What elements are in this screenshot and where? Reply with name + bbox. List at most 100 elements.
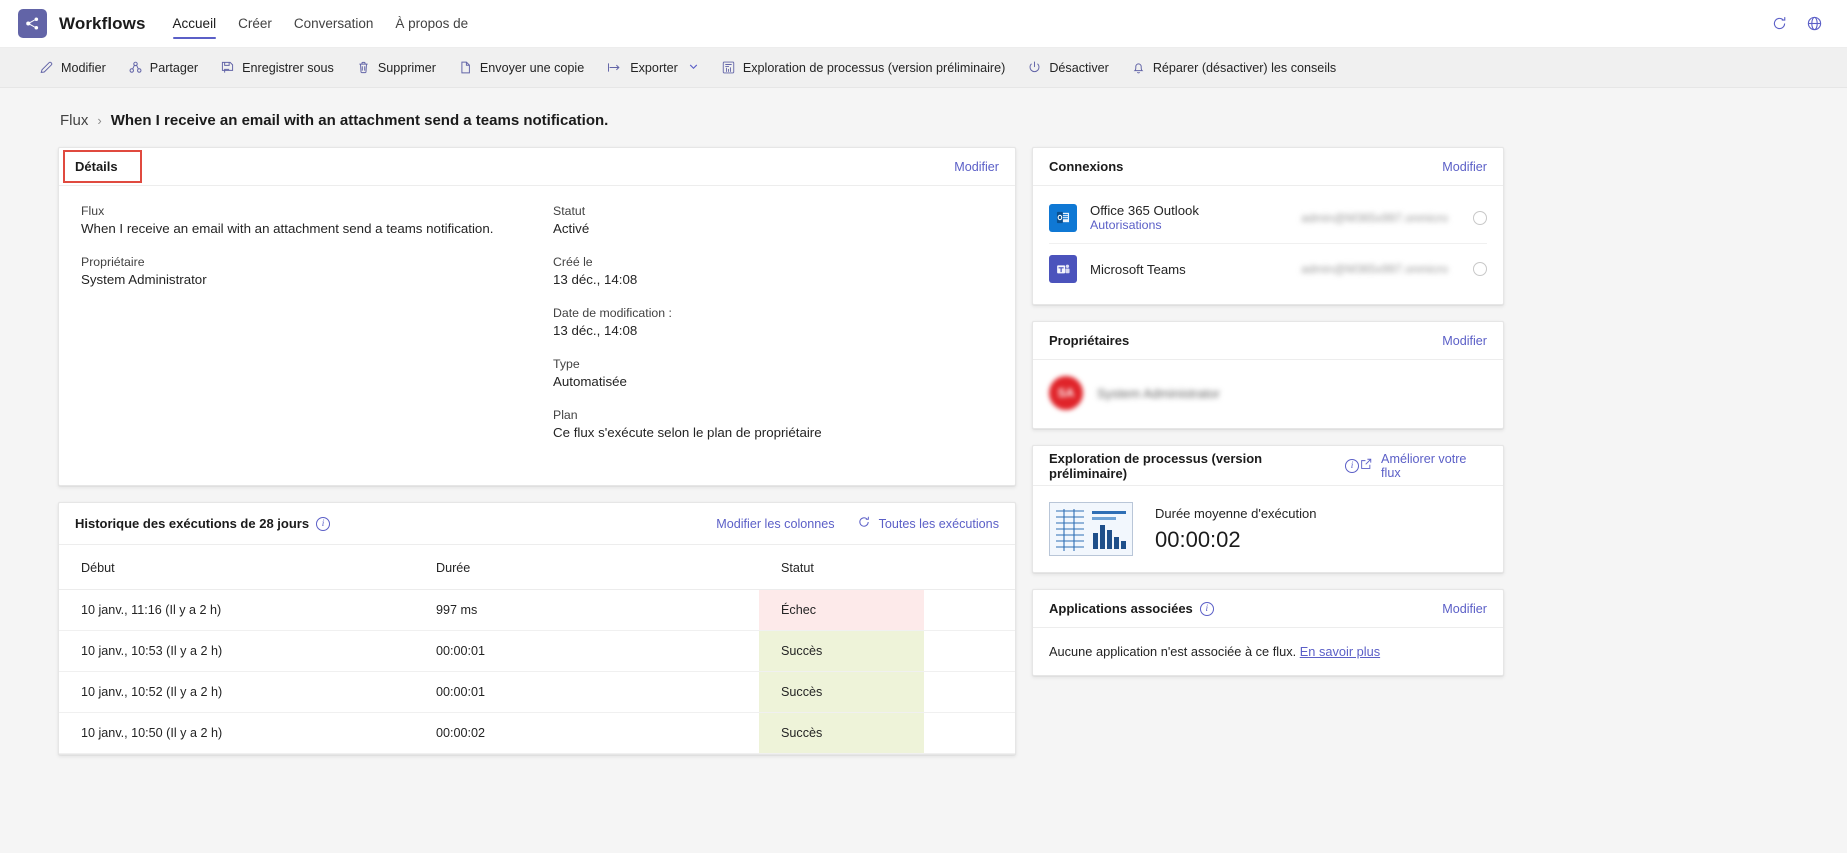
app-nav: Accueil Créer Conversation À propos de — [162, 0, 480, 48]
associated-apps-title: Applications associées — [1049, 601, 1193, 616]
learn-more-link[interactable]: En savoir plus — [1300, 644, 1380, 659]
connection-name: Office 365 Outlook — [1090, 203, 1199, 218]
nav-item-conversation[interactable]: Conversation — [283, 0, 385, 48]
save-as-button-label: Enregistrer sous — [242, 60, 334, 75]
all-runs-button[interactable]: Toutes les exécutions — [857, 515, 999, 532]
chevron-down-icon — [688, 61, 699, 75]
details-card-body: Flux When I receive an email with an att… — [59, 186, 1015, 485]
details-edit-link[interactable]: Modifier — [954, 160, 999, 174]
avatar: SA — [1049, 376, 1083, 410]
field-type-value: Automatisée — [553, 374, 627, 389]
delete-button[interactable]: Supprimer — [345, 53, 447, 83]
table-row[interactable]: 10 janv., 10:53 (Il y a 2 h) 00:00:01 Su… — [59, 630, 1015, 672]
edit-columns-link[interactable]: Modifier les colonnes — [716, 517, 834, 531]
refresh-icon — [857, 515, 871, 532]
send-copy-button[interactable]: Envoyer une copie — [447, 53, 595, 83]
app-header-actions — [1771, 15, 1829, 32]
refresh-icon[interactable] — [1771, 15, 1788, 32]
metric-label: Durée moyenne d'exécution — [1155, 505, 1317, 521]
details-right-fields: Statut Activé Créé le 13 déc., 14:08 Dat… — [535, 204, 999, 459]
associated-apps-body: Aucune application n'est associée à ce f… — [1033, 628, 1503, 675]
run-spacer — [924, 712, 1015, 754]
connection-text: Office 365 Outlook Autorisations — [1090, 203, 1199, 232]
info-icon[interactable]: i — [316, 516, 331, 531]
process-advisor-button-label: Exploration de processus (version prélim… — [742, 60, 1006, 75]
associated-apps-text: Aucune application n'est associée à ce f… — [1049, 644, 1297, 659]
table-row[interactable]: 10 janv., 10:50 (Il y a 2 h) 00:00:02 Su… — [59, 712, 1015, 754]
field-cree-le-label: Créé le — [553, 255, 593, 269]
globe-icon[interactable] — [1806, 15, 1823, 32]
delete-button-label: Supprimer — [377, 60, 436, 75]
process-advisor-button[interactable]: Exploration de processus (version prélim… — [710, 53, 1016, 83]
connection-permissions-link[interactable]: Autorisations — [1090, 218, 1199, 232]
connection-text: Microsoft Teams — [1090, 262, 1186, 277]
list-item[interactable]: Office 365 Outlook Autorisations admin@M… — [1049, 192, 1487, 244]
turn-off-button-label: Désactiver — [1049, 60, 1109, 75]
status-badge: Succès — [759, 630, 924, 672]
page-content: Flux › When I receive an email with an a… — [0, 88, 1847, 853]
app-header: Workflows Accueil Créer Conversation À p… — [0, 0, 1847, 48]
edit-button[interactable]: Modifier — [28, 53, 117, 83]
connections-edit-link[interactable]: Modifier — [1442, 160, 1487, 174]
run-duration: 997 ms — [414, 589, 759, 631]
associated-apps-edit-link[interactable]: Modifier — [1442, 602, 1487, 616]
improve-flow-link[interactable]: Améliorer votre flux — [1359, 452, 1487, 480]
info-icon[interactable]: i — [1199, 601, 1214, 616]
run-history-card: Historique des exécutions de 28 jours i … — [58, 502, 1016, 755]
field-date-modification: Date de modification : 13 déc., 14:08 — [553, 306, 989, 338]
field-flux-value: When I receive an email with an attachme… — [81, 221, 494, 236]
power-icon — [1027, 60, 1042, 75]
run-history-table: Début Durée Statut 10 janv., 11:16 (Il y… — [59, 545, 1015, 754]
save-as-button[interactable]: Enregistrer sous — [209, 53, 345, 83]
field-plan: Plan Ce flux s'exécute selon le plan de … — [553, 408, 989, 440]
export-button-label: Exporter — [630, 60, 678, 75]
connections-header: Connexions Modifier — [1033, 148, 1503, 186]
nav-item-accueil[interactable]: Accueil — [162, 0, 228, 48]
column-header-debut[interactable]: Début — [59, 545, 414, 590]
repair-tips-button[interactable]: Réparer (désactiver) les conseils — [1120, 53, 1347, 83]
process-advisor-metric: Durée moyenne d'exécution 00:00:02 — [1155, 506, 1316, 553]
column-header-spacer — [924, 545, 1015, 590]
table-row[interactable]: 10 janv., 11:16 (Il y a 2 h) 997 ms Éche… — [59, 589, 1015, 631]
process-advisor-title: Exploration de processus (version prélim… — [1049, 450, 1263, 481]
nav-item-creer[interactable]: Créer — [227, 0, 283, 48]
status-badge: Succès — [759, 671, 924, 713]
field-plan-label: Plan — [553, 408, 578, 422]
nav-item-a-propos-de[interactable]: À propos de — [384, 0, 479, 48]
run-history-header: Historique des exécutions de 28 jours i … — [59, 503, 1015, 545]
send-copy-button-label: Envoyer une copie — [479, 60, 585, 75]
associated-apps-header: Applications associées i Modifier — [1033, 590, 1503, 628]
workflows-logo-icon — [18, 9, 47, 38]
connections-title: Connexions — [1049, 159, 1124, 174]
improve-flow-label: Améliorer votre flux — [1381, 451, 1467, 480]
info-icon[interactable]: i — [1345, 458, 1360, 473]
chevron-right-icon: › — [97, 113, 102, 128]
column-header-duree[interactable]: Durée — [414, 545, 759, 590]
left-column: Détails Modifier Flux When I receive an … — [58, 147, 1016, 771]
run-duration: 00:00:01 — [414, 671, 759, 713]
connections-body: Office 365 Outlook Autorisations admin@M… — [1033, 186, 1503, 304]
field-date-modification-value: 13 déc., 14:08 — [553, 323, 638, 338]
export-button[interactable]: Exporter — [595, 53, 710, 83]
breadcrumb-root[interactable]: Flux — [60, 112, 88, 129]
details-card: Détails Modifier Flux When I receive an … — [58, 147, 1016, 486]
tab-details[interactable]: Détails — [63, 150, 142, 183]
field-proprietaire: Propriétaire System Administrator — [81, 255, 525, 287]
field-statut: Statut Activé — [553, 204, 989, 236]
connection-status-indicator — [1473, 262, 1487, 276]
right-column: Connexions Modifier Office 365 Outlook A… — [1032, 147, 1504, 692]
associated-apps-card: Applications associées i Modifier Aucune… — [1032, 589, 1504, 676]
field-cree-le-value: 13 déc., 14:08 — [553, 272, 638, 287]
export-icon — [606, 60, 623, 75]
owners-title: Propriétaires — [1049, 333, 1130, 348]
run-duration: 00:00:02 — [414, 712, 759, 754]
list-item[interactable]: Microsoft Teams admin@M365x997.onmicro — [1049, 244, 1487, 294]
owners-edit-link[interactable]: Modifier — [1442, 334, 1487, 348]
connections-card: Connexions Modifier Office 365 Outlook A… — [1032, 147, 1504, 305]
column-header-statut[interactable]: Statut — [759, 545, 924, 590]
turn-off-button[interactable]: Désactiver — [1016, 53, 1120, 83]
connection-name: Microsoft Teams — [1090, 261, 1186, 277]
table-row[interactable]: 10 janv., 10:52 (Il y a 2 h) 00:00:01 Su… — [59, 671, 1015, 713]
share-button[interactable]: Partager — [117, 53, 209, 83]
run-start: 10 janv., 10:53 (Il y a 2 h) — [59, 630, 414, 672]
